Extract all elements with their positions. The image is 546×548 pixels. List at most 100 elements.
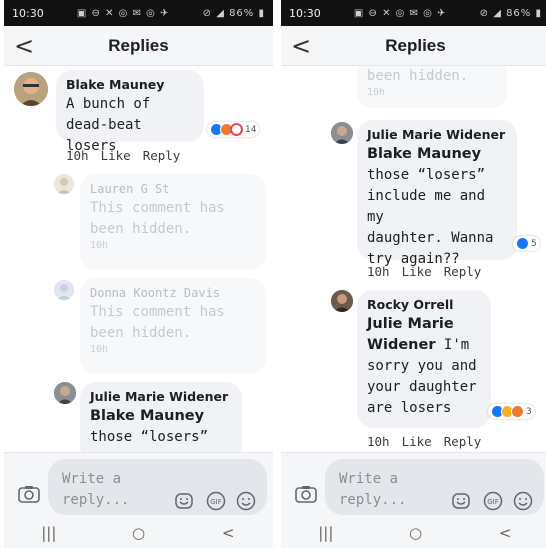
comment-text-line: This comment has [90,304,225,320]
status-time: 10:30 [289,6,321,20]
emoji-icon[interactable] [236,491,256,511]
hidden-comment-bubble[interactable]: been hidden. 10h [357,66,507,108]
comment-text-line: include me and my [367,188,486,225]
reply-input-placeholder: Write a reply... [62,469,152,511]
comment-timestamp: 10h [66,148,89,163]
home-button[interactable]: ○ [395,524,435,542]
hidden-comment-bubble[interactable]: Lauren G St This comment has been hidden… [80,174,266,270]
comment-author[interactable]: Blake Mauney [66,76,194,94]
comment-bubble[interactable]: Julie Marie Widener Blake Mauney those “… [357,120,517,267]
comment-author[interactable]: Julie Marie Widener [90,388,232,406]
emoji-icon[interactable] [513,491,533,511]
avatar[interactable] [14,72,48,106]
replies-screen-right: 10:30 ▣ ⊖ ✕ ◎ ✉ ◎ ✈ ⊘ ◢ 86% ▮ < Replies … [281,0,546,548]
page-title: Replies [385,35,446,55]
comment-author[interactable]: Julie Marie Widener [367,126,507,144]
comment-text-line: sorry you and [367,358,477,374]
placeholder-line: reply... [339,492,407,508]
comment-text-line: been hidden. [90,325,192,341]
gif-icon[interactable]: GIF [206,491,226,511]
replies-screen-left: 10:30 ▣ ⊖ ✕ ◎ ✉ ◎ ✈ ⊘ ◢ 86% ▮ < Replies … [4,0,273,548]
system-nav-bar: ||| ○ < [281,518,546,548]
comment-text-line: been hidden. [367,68,469,84]
status-notification-icons: ▣ ⊖ ✕ ◎ ✉ ◎ ✈ [76,7,170,19]
like-link[interactable]: Like [402,264,432,279]
reply-link[interactable]: Reply [143,148,181,163]
comment-text-line: This comment has [90,200,225,216]
mention-link[interactable]: Blake Mauney [90,406,232,427]
avatar[interactable] [331,122,353,144]
avatar[interactable] [54,174,74,194]
system-back-button[interactable]: < [485,524,525,542]
avatar[interactable] [331,290,353,312]
status-time: 10:30 [12,6,44,20]
comment-timestamp: 10h [90,240,109,251]
reply-link[interactable]: Reply [444,264,482,279]
placeholder-line: Write a [62,471,122,487]
reply-input[interactable]: Write a reply... GIF [48,459,267,515]
reaction-summary[interactable]: 14 [207,122,260,137]
comment-bubble[interactable]: Blake Mauney A bunch of dead-beat losers [56,70,204,154]
comment-text-line: A bunch of [66,96,151,112]
comment-text-line: daughter. Wanna [367,230,494,246]
status-bar: 10:30 ▣ ⊖ ✕ ◎ ✉ ◎ ✈ ⊘ ◢ 86% ▮ [4,0,273,26]
sticker-icon[interactable] [174,491,194,511]
svg-text:GIF: GIF [210,498,222,506]
status-bar: 10:30 ▣ ⊖ ✕ ◎ ✉ ◎ ✈ ⊘ ◢ 86% ▮ [281,0,546,26]
sticker-icon[interactable] [451,491,471,511]
comment-text-line: those “losers” [367,167,486,183]
gif-icon[interactable]: GIF [483,491,503,511]
status-notification-icons: ▣ ⊖ ✕ ◎ ✉ ◎ ✈ [353,7,447,19]
comment-timestamp: 10h [367,434,390,449]
replies-feed[interactable]: Blake Mauney A bunch of dead-beat losers… [4,66,273,452]
comment-bubble[interactable]: Rocky Orrell Julie Marie Widener I'm sor… [357,290,491,428]
comment-timestamp: 10h [367,264,390,279]
reaction-summary[interactable]: 3 [488,404,535,419]
comment-actions: 10h Like Reply [66,148,180,163]
status-battery: ⊘ ◢ 86% ▮ [479,7,542,19]
camera-icon[interactable] [18,485,40,503]
comment-text-fragment: I'm [435,337,470,353]
hidden-comment-bubble[interactable]: Donna Koontz Davis This comment has been… [80,278,266,374]
mention-link[interactable]: Widener [367,337,436,353]
reply-input[interactable]: Write a reply... GIF [325,459,544,515]
reply-composer: Write a reply... GIF [281,452,546,518]
comment-bubble[interactable]: Julie Marie Widener Blake Mauney those “… [80,382,242,452]
reaction-count: 14 [245,124,257,135]
reply-link[interactable]: Reply [444,434,482,449]
placeholder-line: reply... [62,492,130,508]
comment-text-line: are losers [367,400,452,416]
comment-actions: 10h Like Reply [367,434,481,449]
system-nav-bar: ||| ○ < [4,518,273,548]
home-button[interactable]: ○ [118,524,158,542]
reaction-summary[interactable]: 5 [513,236,540,251]
reply-composer: Write a reply... GIF [4,452,273,518]
comment-author[interactable]: Rocky Orrell [367,296,481,314]
replies-feed[interactable]: been hidden. 10h Julie Marie Widener Bla… [281,66,546,452]
back-arrow-icon[interactable]: < [291,32,311,60]
avatar[interactable] [54,382,76,404]
love-reaction-icon [230,123,243,136]
like-link[interactable]: Like [402,434,432,449]
back-arrow-icon[interactable]: < [14,32,34,60]
system-back-button[interactable]: < [208,524,248,542]
comment-timestamp: 10h [367,87,386,98]
camera-icon[interactable] [295,485,317,503]
comment-text-line: those “losers” [90,429,209,445]
recents-button[interactable]: ||| [306,524,346,542]
comment-author[interactable]: Donna Koontz Davis [90,284,256,302]
page-title: Replies [108,35,169,55]
avatar[interactable] [54,280,74,300]
comment-text-line: your daughter [367,379,477,395]
recents-button[interactable]: ||| [29,524,69,542]
placeholder-line: Write a [339,471,399,487]
comment-author[interactable]: Lauren G St [90,180,256,198]
reaction-count: 3 [526,406,532,417]
mention-link[interactable]: Blake Mauney [367,144,507,165]
comment-actions: 10h Like Reply [367,264,481,279]
comment-text-line: been hidden. [90,221,192,237]
like-reaction-icon [516,237,529,250]
comment-text-line: Widener I'm [367,335,481,356]
like-link[interactable]: Like [101,148,131,163]
mention-link[interactable]: Julie Marie [367,314,481,335]
